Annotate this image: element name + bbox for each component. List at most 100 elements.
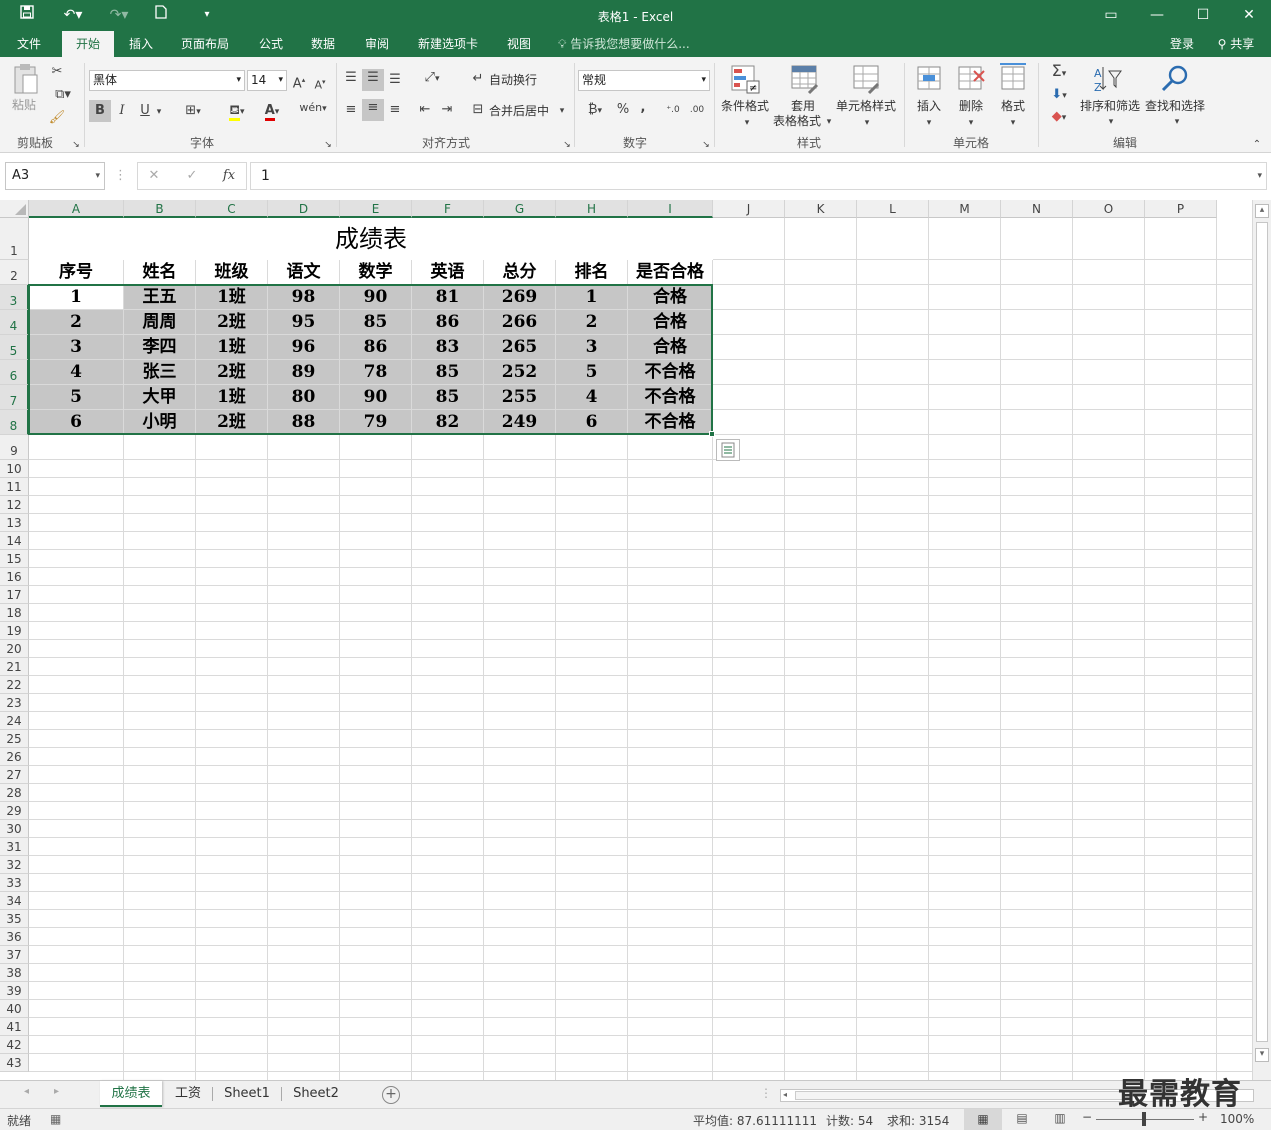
- zoom-level[interactable]: 100%: [1220, 1112, 1254, 1126]
- fill-handle[interactable]: [709, 431, 715, 437]
- row-header-1[interactable]: 1: [0, 218, 29, 260]
- row-header-3[interactable]: 3: [0, 285, 29, 310]
- row-header-43[interactable]: 43: [0, 1054, 29, 1072]
- cut-icon[interactable]: ✂: [48, 63, 66, 81]
- decrease-indent-icon[interactable]: ⇤: [416, 101, 434, 119]
- vertical-scrollbar[interactable]: ▴ ▾: [1252, 200, 1271, 1080]
- formula-input[interactable]: 1 ▾: [250, 162, 1267, 190]
- conditional-formatting-button[interactable]: 条件格式: [721, 98, 769, 114]
- enter-icon[interactable]: ✓: [184, 167, 200, 185]
- wrap-text-button[interactable]: 自动换行: [489, 72, 537, 88]
- macro-record-icon[interactable]: ▦: [50, 1112, 61, 1126]
- horizontal-scroll-thumb[interactable]: [795, 1091, 1125, 1100]
- header-cell[interactable]: 序号: [29, 260, 123, 284]
- wrap-text-icon[interactable]: ↵: [470, 70, 486, 88]
- sort-filter-icon[interactable]: AZ: [1090, 63, 1124, 97]
- decrease-font-icon[interactable]: A▾: [312, 73, 328, 95]
- tab-new-tab[interactable]: 新建选项卡: [408, 31, 488, 57]
- cell-styles-button[interactable]: 单元格样式: [836, 98, 896, 114]
- row-header-35[interactable]: 35: [0, 910, 29, 928]
- merge-center-button[interactable]: 合并后居中: [489, 103, 549, 119]
- row-header-9[interactable]: 9: [0, 435, 29, 460]
- column-header-C[interactable]: C: [196, 200, 268, 218]
- merge-center-icon[interactable]: ⊟: [470, 101, 486, 119]
- paste-icon[interactable]: [10, 63, 40, 99]
- borders-icon[interactable]: ⊞▾: [177, 102, 209, 121]
- orientation-icon[interactable]: ⤢▾: [417, 69, 447, 88]
- row-header-24[interactable]: 24: [0, 712, 29, 730]
- font-family-select[interactable]: 黑体 ▾: [89, 70, 245, 91]
- comma-style-button[interactable]: ,: [636, 99, 650, 117]
- row-header-8[interactable]: 8: [0, 410, 29, 435]
- ribbon-display-icon[interactable]: ▭: [1096, 4, 1126, 26]
- increase-font-icon[interactable]: A▴: [291, 71, 307, 93]
- row-header-4[interactable]: 4: [0, 310, 29, 335]
- column-header-G[interactable]: G: [484, 200, 556, 218]
- row-header-33[interactable]: 33: [0, 874, 29, 892]
- close-icon[interactable]: ✕: [1234, 4, 1264, 26]
- fill-icon[interactable]: ⬇▾: [1044, 86, 1074, 105]
- quick-analysis-icon[interactable]: [716, 439, 740, 461]
- tell-me-search[interactable]: 💡︎ 告诉我您想要做什么...: [558, 31, 708, 57]
- cancel-icon[interactable]: ✕: [146, 167, 162, 185]
- sign-in-link[interactable]: 登录: [1162, 31, 1202, 57]
- row-header-22[interactable]: 22: [0, 676, 29, 694]
- prev-sheet-icon[interactable]: ◂: [24, 1086, 29, 1097]
- header-cell[interactable]: 排名: [556, 260, 627, 284]
- header-cell[interactable]: 是否合格: [628, 260, 712, 284]
- insert-cells-button[interactable]: 插入: [917, 98, 941, 114]
- autosum-icon[interactable]: Σ▾: [1044, 62, 1074, 83]
- sort-filter-button[interactable]: 排序和筛选: [1080, 98, 1140, 114]
- format-as-table-icon[interactable]: [788, 63, 822, 97]
- sheet-tab-sheet2[interactable]: Sheet2: [283, 1081, 349, 1107]
- scroll-up-icon[interactable]: ▴: [1255, 204, 1269, 218]
- column-header-M[interactable]: M: [929, 200, 1001, 218]
- row-header-28[interactable]: 28: [0, 784, 29, 802]
- clear-icon[interactable]: ◆▾: [1044, 108, 1074, 127]
- clipboard-launcher-icon[interactable]: ↘: [70, 136, 82, 154]
- accounting-format-icon[interactable]: ₿▾: [580, 101, 610, 120]
- align-top-icon[interactable]: ☰: [342, 69, 360, 87]
- row-header-34[interactable]: 34: [0, 892, 29, 910]
- column-header-H[interactable]: H: [556, 200, 628, 218]
- row-header-29[interactable]: 29: [0, 802, 29, 820]
- row-header-11[interactable]: 11: [0, 478, 29, 496]
- fill-color-icon[interactable]: ⛾▾: [220, 102, 254, 121]
- row-header-27[interactable]: 27: [0, 766, 29, 784]
- row-header-16[interactable]: 16: [0, 568, 29, 586]
- row-header-7[interactable]: 7: [0, 385, 29, 410]
- share-button[interactable]: ⚲ 共享: [1208, 31, 1264, 57]
- row-header-36[interactable]: 36: [0, 928, 29, 946]
- align-middle-icon[interactable]: ☰: [362, 69, 384, 91]
- phonetic-icon[interactable]: wén▾: [296, 99, 330, 118]
- tab-data[interactable]: 数据: [300, 31, 346, 57]
- format-as-table-label-2[interactable]: 表格格式: [773, 113, 821, 129]
- minimize-icon[interactable]: —: [1142, 4, 1172, 26]
- row-header-20[interactable]: 20: [0, 640, 29, 658]
- row-header-38[interactable]: 38: [0, 964, 29, 982]
- row-header-32[interactable]: 32: [0, 856, 29, 874]
- column-header-D[interactable]: D: [268, 200, 340, 218]
- column-header-K[interactable]: K: [785, 200, 857, 218]
- align-left-icon[interactable]: ≡: [342, 101, 360, 119]
- row-header-17[interactable]: 17: [0, 586, 29, 604]
- maximize-icon[interactable]: ☐: [1188, 4, 1218, 26]
- row-header-41[interactable]: 41: [0, 1018, 29, 1036]
- row-header-13[interactable]: 13: [0, 514, 29, 532]
- sheet-tab-salary[interactable]: 工资: [164, 1081, 212, 1107]
- scroll-down-icon[interactable]: ▾: [1255, 1048, 1269, 1062]
- row-header-21[interactable]: 21: [0, 658, 29, 676]
- format-painter-icon[interactable]: 🖌︎: [48, 109, 66, 127]
- percent-style-button[interactable]: %: [614, 101, 632, 119]
- zoom-slider-thumb[interactable]: [1142, 1112, 1146, 1126]
- header-cell[interactable]: 姓名: [124, 260, 195, 284]
- insert-cells-icon[interactable]: [914, 63, 944, 97]
- tab-view[interactable]: 视图: [496, 31, 542, 57]
- chevron-down-icon[interactable]: ▾: [154, 103, 164, 121]
- sheet-title-cell[interactable]: 成绩表: [29, 218, 713, 260]
- copy-icon[interactable]: ⧉▾: [48, 86, 78, 104]
- header-cell[interactable]: 班级: [196, 260, 267, 284]
- format-cells-icon[interactable]: [998, 63, 1028, 97]
- increase-indent-icon[interactable]: ⇥: [438, 101, 456, 119]
- tab-file[interactable]: 文件: [4, 31, 54, 57]
